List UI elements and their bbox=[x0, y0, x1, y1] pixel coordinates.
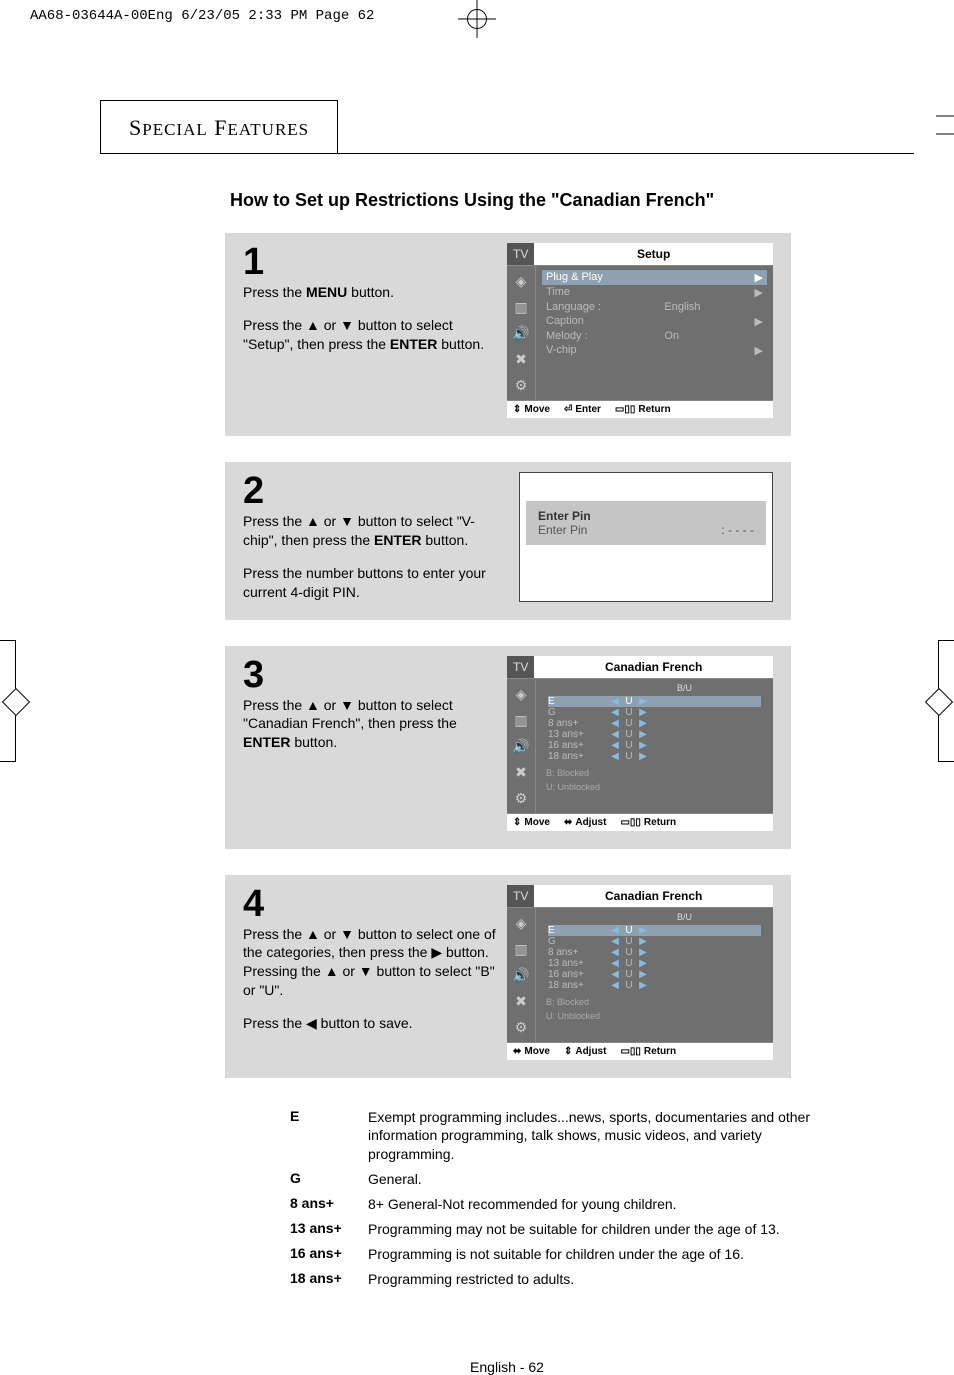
leftright-icon: ⬌ bbox=[564, 817, 572, 828]
definition-row: 8 ans+8+ General-Not recommended for you… bbox=[290, 1195, 820, 1214]
osd-menu-row: Caption▶ bbox=[542, 314, 767, 329]
sliders-icon: ⚙ bbox=[512, 376, 530, 394]
osd-sidebar-icons: ◈ ▥ 🔊 ✖ ⚙ bbox=[507, 908, 536, 1042]
sound-icon: 🔊 bbox=[512, 737, 530, 755]
setup-icon: ✖ bbox=[512, 350, 530, 368]
rating-row: 8 ans+◀U▶ bbox=[548, 947, 761, 958]
rating-row: 18 ans+◀U▶ bbox=[548, 751, 761, 762]
definition-row: EExempt programming includes...news, spo… bbox=[290, 1108, 820, 1165]
picture-icon: ▥ bbox=[512, 298, 530, 316]
rating-row: G◀U▶ bbox=[548, 936, 761, 947]
menu-icon: ▭▯▯ bbox=[620, 817, 640, 828]
updown-icon: ⇕ bbox=[513, 404, 521, 415]
legend-blocked: B: Blocked bbox=[542, 764, 767, 778]
osd-menu-row: Language :English bbox=[542, 300, 767, 314]
section-header: SPECIAL FEATURES bbox=[100, 100, 338, 154]
osd-title: Setup bbox=[534, 243, 773, 265]
step-1-text-2: Press the ▲ or ▼ button to select "Setup… bbox=[243, 316, 497, 354]
menu-icon: ▭▯▯ bbox=[615, 404, 635, 415]
registration-mark-icon bbox=[458, 0, 496, 43]
legend-unblocked: U: Unblocked bbox=[542, 778, 767, 792]
step-1: 1 Press the MENU button. Press the ▲ or … bbox=[225, 233, 791, 436]
step-4: 4 Press the ▲ or ▼ button to select one … bbox=[225, 875, 791, 1078]
print-header: AA68-03644A-00Eng 6/23/05 2:33 PM Page 6… bbox=[30, 8, 374, 24]
pin-row-label: Enter Pin bbox=[538, 523, 721, 537]
legend-blocked: B: Blocked bbox=[542, 993, 767, 1007]
page-title: How to Set up Restrictions Using the "Ca… bbox=[230, 190, 914, 211]
osd-menu-row: Time▶ bbox=[542, 285, 767, 300]
crop-mark-right-icon bbox=[938, 640, 954, 762]
pin-row-value: : - - - - bbox=[721, 523, 754, 537]
osd-tv-label: TV bbox=[507, 243, 534, 265]
rating-row: 16 ans+◀U▶ bbox=[548, 969, 761, 980]
osd-menu-row: Melody :On bbox=[542, 329, 767, 343]
step-number: 3 bbox=[243, 656, 497, 694]
step-3: 3 Press the ▲ or ▼ button to select "Can… bbox=[225, 646, 791, 849]
antenna-icon: ◈ bbox=[512, 272, 530, 290]
step-2-text-1: Press the ▲ or ▼ button to select "V-chi… bbox=[243, 512, 503, 550]
step-3-text-1: Press the ▲ or ▼ button to select "Canad… bbox=[243, 696, 497, 753]
picture-icon: ▥ bbox=[512, 940, 530, 958]
step-number: 1 bbox=[243, 243, 497, 281]
osd-canadian-french-2: TV Canadian French ◈ ▥ 🔊 ✖ ⚙ B/U bbox=[507, 885, 773, 1060]
edge-mark-icon bbox=[936, 110, 954, 145]
rating-row: E◀U▶ bbox=[548, 696, 761, 707]
bu-header: B/U bbox=[602, 912, 767, 922]
osd-menu-row: Plug & Play▶ bbox=[542, 270, 767, 285]
rating-row: 13 ans+◀U▶ bbox=[548, 958, 761, 969]
definition-row: 13 ans+Programming may not be suitable f… bbox=[290, 1220, 820, 1239]
osd-title: Canadian French bbox=[534, 885, 773, 907]
antenna-icon: ◈ bbox=[512, 914, 530, 932]
osd-tv-label: TV bbox=[507, 656, 534, 678]
rating-definitions: EExempt programming includes...news, spo… bbox=[290, 1108, 820, 1289]
step-number: 4 bbox=[243, 885, 497, 923]
rating-row: 13 ans+◀U▶ bbox=[548, 729, 761, 740]
menu-icon: ▭▯▯ bbox=[620, 1046, 640, 1057]
rating-row: 18 ans+◀U▶ bbox=[548, 980, 761, 991]
definition-row: 18 ans+Programming restricted to adults. bbox=[290, 1270, 820, 1289]
setup-icon: ✖ bbox=[512, 763, 530, 781]
step-1-text-1: Press the MENU button. bbox=[243, 283, 497, 302]
section-header-text: SPECIAL FEATURES bbox=[129, 115, 309, 140]
step-4-text-2: Press the ◀ button to save. bbox=[243, 1014, 497, 1033]
leftright-icon: ⬌ bbox=[513, 1046, 521, 1057]
picture-icon: ▥ bbox=[512, 711, 530, 729]
osd-tv-label: TV bbox=[507, 885, 534, 907]
osd-canadian-french-1: TV Canadian French ◈ ▥ 🔊 ✖ ⚙ B/U bbox=[507, 656, 773, 831]
rating-row: 16 ans+◀U▶ bbox=[548, 740, 761, 751]
osd-sidebar-icons: ◈ ▥ 🔊 ✖ ⚙ bbox=[507, 266, 536, 400]
rating-row: E◀U▶ bbox=[548, 925, 761, 936]
setup-icon: ✖ bbox=[512, 992, 530, 1010]
definition-row: GGeneral. bbox=[290, 1170, 820, 1189]
rating-row: G◀U▶ bbox=[548, 707, 761, 718]
osd-footer: ⬌Move ⇕Adjust ▭▯▯Return bbox=[507, 1042, 773, 1060]
step-2: 2 Press the ▲ or ▼ button to select "V-c… bbox=[225, 462, 791, 620]
updown-icon: ⇕ bbox=[513, 817, 521, 828]
legend-unblocked: U: Unblocked bbox=[542, 1007, 767, 1021]
step-4-text-1: Press the ▲ or ▼ button to select one of… bbox=[243, 925, 497, 1001]
rating-row: 8 ans+◀U▶ bbox=[548, 718, 761, 729]
definition-row: 16 ans+Programming is not suitable for c… bbox=[290, 1245, 820, 1264]
osd-sidebar-icons: ◈ ▥ 🔊 ✖ ⚙ bbox=[507, 679, 536, 813]
antenna-icon: ◈ bbox=[512, 685, 530, 703]
page-footer: English - 62 bbox=[100, 1359, 914, 1375]
sliders-icon: ⚙ bbox=[512, 1018, 530, 1036]
sound-icon: 🔊 bbox=[512, 324, 530, 342]
sound-icon: 🔊 bbox=[512, 966, 530, 984]
osd-title: Canadian French bbox=[534, 656, 773, 678]
osd-footer: ⇕Move ⬌Adjust ▭▯▯Return bbox=[507, 813, 773, 831]
sliders-icon: ⚙ bbox=[512, 789, 530, 807]
osd-footer: ⇕Move ⏎Enter ▭▯▯Return bbox=[507, 400, 773, 418]
step-2-text-2: Press the number buttons to enter your c… bbox=[243, 564, 503, 602]
crop-mark-left-icon bbox=[0, 640, 16, 762]
osd-enter-pin: Enter Pin Enter Pin : - - - - bbox=[519, 472, 773, 602]
enter-icon: ⏎ bbox=[564, 404, 572, 415]
pin-title: Enter Pin bbox=[538, 509, 754, 523]
bu-header: B/U bbox=[602, 683, 767, 693]
osd-menu-row: V-chip▶ bbox=[542, 343, 767, 358]
osd-setup: TV Setup ◈ ▥ 🔊 ✖ ⚙ Plug & Play▶Time▶Lang… bbox=[507, 243, 773, 418]
updown-icon: ⇕ bbox=[564, 1046, 572, 1057]
step-number: 2 bbox=[243, 472, 503, 510]
